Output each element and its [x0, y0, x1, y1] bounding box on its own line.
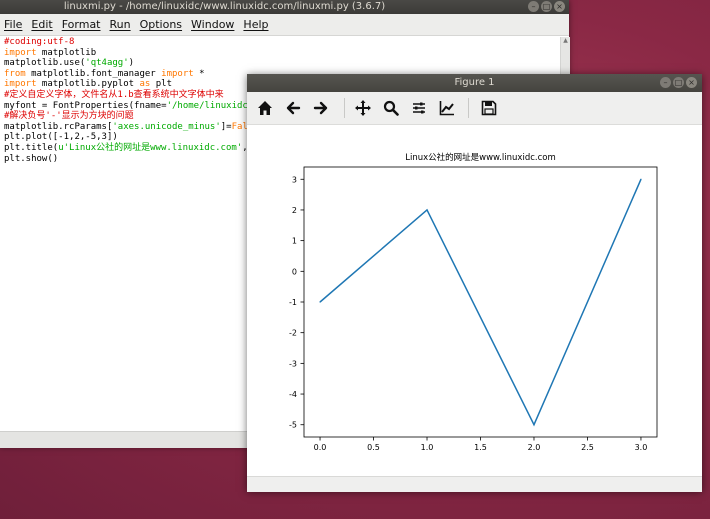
x-tick-label: 2.5 [581, 443, 594, 452]
code-token: 'qt4agg' [85, 58, 129, 69]
series-line [319, 178, 642, 427]
code-token: * [193, 68, 205, 79]
y-tick-label: 3 [292, 175, 297, 184]
forward-arrow-icon[interactable] [312, 99, 330, 117]
code-token: matplotlib.use( [4, 58, 86, 69]
x-tick-label: 0.0 [314, 443, 327, 452]
x-tick-label: 0.5 [367, 443, 380, 452]
subplots-icon[interactable] [410, 99, 428, 117]
x-tick-label: 2.0 [528, 443, 541, 452]
code-token: '/home/linuxidc/ [166, 100, 254, 111]
code-token: plt [150, 79, 172, 90]
code-token: plt.show() [4, 153, 59, 164]
code-token: #解决负号'-'显示为方块的问题 [4, 111, 134, 122]
maximize-icon[interactable]: □ [541, 1, 552, 12]
y-tick-label: 0 [292, 267, 297, 276]
code-token: matplotlib.rcParams[ [4, 121, 113, 132]
data-point [426, 209, 428, 211]
figure-window: Figure 1 – □ × Linux公社的网址是www.linuxidc.c… [247, 74, 702, 492]
code-token: import [4, 47, 37, 58]
figure-canvas[interactable]: Linux公社的网址是www.linuxidc.com 0.0 0.5 1.0 1.5 2… [247, 125, 702, 476]
code-token: as [139, 79, 151, 90]
code-token: matplotlib.pyplot [36, 79, 140, 90]
minimize-icon[interactable]: – [660, 77, 671, 88]
code-token: ) [128, 58, 135, 69]
code-token: import [161, 68, 194, 79]
code-token: matplotlib.font_manager [25, 68, 162, 79]
pan-icon[interactable] [354, 99, 372, 117]
data-point [640, 178, 642, 180]
code-token: ]= [220, 121, 232, 132]
plot-frame [303, 166, 658, 438]
line-chart: Linux公社的网址是www.linuxidc.com 0.0 0.5 1.0 1.5 2… [289, 152, 658, 452]
code-token: from [4, 68, 26, 79]
menu-help[interactable]: Help [243, 18, 268, 31]
code-token: import [4, 79, 37, 90]
data-point [533, 424, 535, 426]
idle-menubar: File Edit Format Run Options Window Help [0, 14, 569, 36]
code-token: 'axes.unicode_minus' [112, 121, 221, 132]
x-tick-label: 1.5 [474, 443, 487, 452]
menu-edit[interactable]: Edit [31, 18, 52, 31]
y-tick-label: -3 [289, 359, 297, 368]
maximize-icon[interactable]: □ [673, 77, 684, 88]
code-line[interactable]: #coding:utf-8 [0, 37, 560, 48]
code-token: #coding:utf-8 [4, 37, 75, 47]
menu-file[interactable]: File [4, 18, 22, 31]
minimize-icon[interactable]: – [528, 1, 539, 12]
close-icon[interactable]: × [686, 77, 697, 88]
edit-axis-icon[interactable] [438, 99, 456, 117]
code-token: plt.plot([-1,2,-5,3]) [4, 132, 118, 143]
data-point [319, 301, 321, 303]
figure-status-bar [247, 476, 702, 492]
y-tick-label: -1 [289, 298, 297, 307]
idle-titlebar[interactable]: linuxmi.py - /home/linuxidc/www.linuxidc… [0, 0, 569, 14]
menu-window[interactable]: Window [191, 18, 234, 31]
menu-options[interactable]: Options [140, 18, 182, 31]
chart-title: Linux公社的网址是www.linuxidc.com [405, 152, 556, 163]
x-tick-label: 3.0 [635, 443, 648, 452]
menu-run[interactable]: Run [110, 18, 131, 31]
code-line[interactable]: import matplotlib [0, 48, 560, 59]
idle-window-title: linuxmi.py - /home/linuxidc/www.linuxidc… [63, 1, 386, 12]
code-line[interactable]: matplotlib.use('qt4agg') [0, 58, 560, 69]
scroll-up-icon[interactable]: ▲ [562, 38, 569, 44]
figure-window-title: Figure 1 [454, 77, 495, 88]
code-token: myfont = FontProperties(fname= [4, 100, 167, 111]
save-icon[interactable] [480, 99, 498, 117]
y-tick-label: -2 [289, 329, 297, 338]
y-tick-label: 2 [292, 206, 297, 215]
code-token: plt.title( [4, 142, 59, 153]
back-arrow-icon[interactable] [284, 99, 302, 117]
y-tick-label: -5 [289, 421, 297, 430]
code-token: u'Linux公社的网址是www.linuxidc.com' [58, 142, 243, 153]
menu-format[interactable]: Format [62, 18, 101, 31]
close-icon[interactable]: × [554, 1, 565, 12]
y-tick-label: -4 [289, 390, 297, 399]
home-icon[interactable] [256, 99, 274, 117]
y-tick-label: 1 [292, 237, 297, 246]
code-token: #定义自定义字体，文件名从1.b查看系统中文字体中来 [4, 89, 224, 100]
code-token: matplotlib [36, 47, 97, 58]
zoom-icon[interactable] [382, 99, 400, 117]
figure-titlebar[interactable]: Figure 1 – □ × [247, 74, 702, 92]
figure-toolbar [247, 92, 702, 125]
x-tick-label: 1.0 [421, 443, 434, 452]
